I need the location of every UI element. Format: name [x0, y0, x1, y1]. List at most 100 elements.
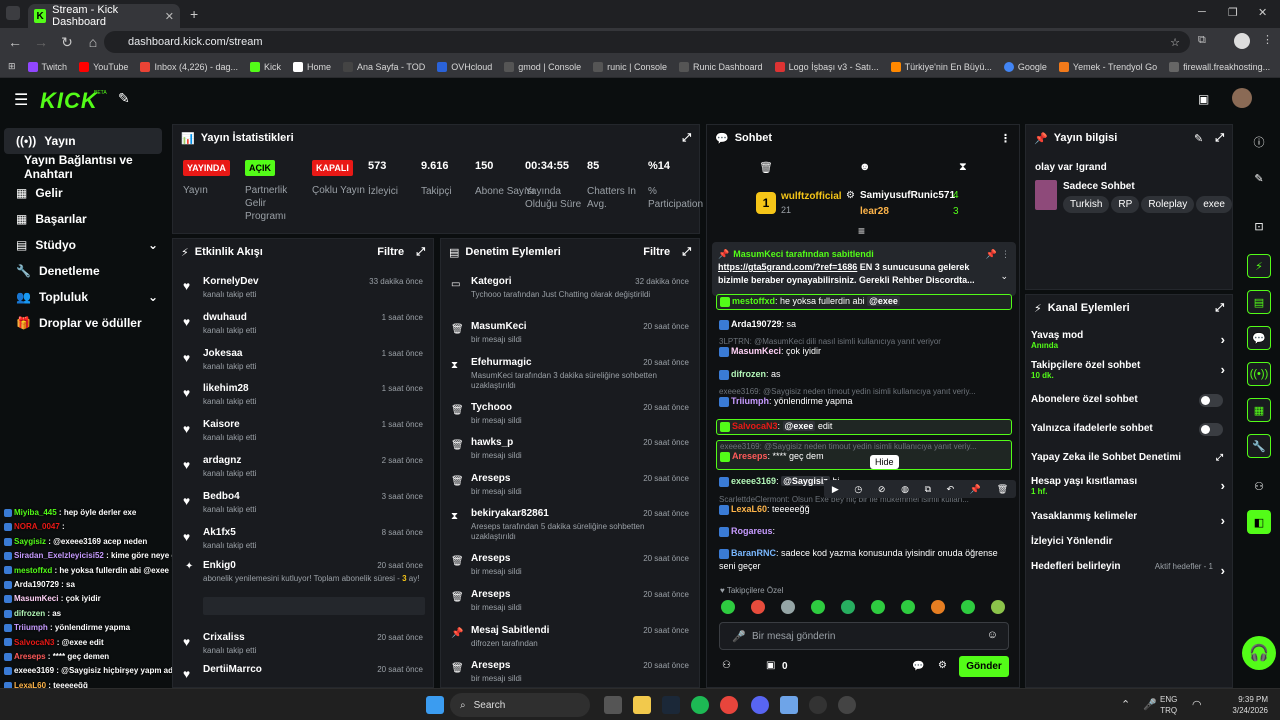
send-button[interactable]: Gönder [959, 656, 1009, 677]
feed-name[interactable]: Jokesaa [203, 348, 242, 359]
feed-name[interactable]: DertiiMarrco [203, 664, 262, 675]
forward-icon[interactable]: → [30, 31, 52, 53]
chevron-down-icon[interactable]: ⌄ [1000, 270, 1008, 283]
extensions-icon[interactable]: ⧉ [1198, 34, 1206, 47]
sidebar-item-droplar[interactable]: 🎁 Droplar ve ödüller [4, 310, 162, 336]
screen-icon[interactable]: ⊡ [1247, 214, 1271, 238]
stream-category[interactable]: Sadece Sohbet [1063, 181, 1135, 192]
channel-action-item[interactable]: Yapay Zeka ile Sohbet Denetimi ⤢ [1031, 452, 1227, 478]
top-gifter-name[interactable]: SamiyusufRunic571 [860, 190, 955, 201]
bookmark-twitch[interactable]: Twitch [27, 61, 67, 72]
microphone-icon[interactable]: 🎤 [732, 630, 746, 643]
bookmark-kick[interactable]: Kick [250, 61, 281, 72]
bookmark-gmod[interactable]: gmod | Console [504, 61, 581, 72]
back-icon[interactable]: ← [4, 31, 26, 53]
moderation-name[interactable]: Areseps [471, 553, 510, 564]
chat-username[interactable]: LexaL60 [731, 504, 767, 514]
chat-message[interactable]: exeee3169: @Saygisiz neden timout yedin … [716, 440, 1012, 470]
apps-grid-icon[interactable]: ⊞ [8, 61, 16, 72]
emote-icon[interactable] [931, 600, 945, 614]
moderation-item[interactable]: ⧗ bekiryakar82861 Areseps tarafından 5 dak… [441, 505, 699, 551]
channel-action-item[interactable]: Yavaş mod Anında › [1031, 330, 1227, 356]
maximize-icon[interactable]: ❐ [1228, 6, 1238, 19]
pin-tool-icon[interactable]: ✎ [118, 90, 130, 107]
moderation-item[interactable]: ⧗ Efehurmagic MasumKeci tarafından 3 dakik… [441, 354, 699, 400]
undo-icon[interactable]: ↶ [947, 484, 955, 495]
popout-icon[interactable]: ⤢ [1215, 302, 1224, 315]
bookmark-yemek[interactable]: Yemek - Trendyol Go [1058, 61, 1157, 72]
pinned-message[interactable]: 📌 MasumKeci tarafından sabitlendi 📌 ⋮ https… [712, 242, 1016, 296]
trash-icon[interactable]: 🗑 [759, 161, 773, 174]
chat-username[interactable]: exeee3169 [731, 476, 776, 486]
chat-icon[interactable]: 💬 [1247, 326, 1271, 350]
chat-mention[interactable]: @exee [782, 421, 816, 431]
bookmark-youtube[interactable]: YouTube [79, 61, 128, 72]
taskbar-search[interactable]: ⌕ Search [450, 693, 590, 717]
bolt-icon[interactable]: ⚡ [1247, 254, 1271, 278]
pin-icon[interactable]: 📌 [986, 248, 997, 261]
moderation-item[interactable]: 🗑 Areseps bir mesajı sildi 20 saat önce [441, 586, 699, 622]
hamburger-menu-icon[interactable]: ☰ [14, 90, 28, 110]
emoji-icon[interactable]: ☺ [987, 629, 998, 641]
sidebar-item-gelir[interactable]: ▦ Gelir [4, 180, 162, 206]
reload-icon[interactable]: ↻ [56, 31, 78, 53]
moderation-name[interactable]: Tychooo [471, 402, 512, 413]
channel-action-item[interactable]: Yalnızca ifadelerle sohbet [1031, 423, 1227, 449]
sidebar-item-studyo[interactable]: ▤ Stüdyo ⌄ [4, 232, 162, 258]
chat-emotes-icon[interactable]: 💬 [912, 661, 924, 672]
toggle-switch[interactable] [1199, 394, 1223, 407]
emote-icon[interactable]: ☻ [859, 161, 871, 173]
feed-name[interactable]: Ak1fx5 [203, 527, 236, 538]
hide-icon[interactable]: ◍ [901, 484, 909, 495]
app-icon[interactable]: ◧ [1247, 510, 1271, 534]
trash-icon[interactable]: 🗑 [997, 484, 1008, 495]
app-g-icon[interactable] [780, 696, 798, 714]
channel-action-item[interactable]: Yasaklanmış kelimeler › [1031, 511, 1227, 537]
microphone-icon[interactable]: 🎤 [1143, 698, 1157, 711]
popout-icon[interactable]: ⤢ [1215, 132, 1224, 145]
steam-icon[interactable] [662, 696, 680, 714]
play-icon[interactable]: ▶ [832, 484, 839, 495]
emote-icon[interactable] [751, 600, 765, 614]
chat-message[interactable]: 3LPTRN: @MasumKeci dili nasıl isimli kul… [716, 336, 1012, 366]
channel-action-item[interactable]: İzleyici Yönlendir [1031, 536, 1227, 562]
ban-icon[interactable]: ⊘ [878, 484, 886, 495]
chat-message[interactable]: ScarlettdeClermont: Olsun Exe bey hiç bi… [716, 494, 1012, 524]
feed-name[interactable]: KornelyDev [203, 276, 259, 287]
sidebar-item-denetleme[interactable]: 🔧 Denetleme [4, 258, 162, 284]
language-indicator[interactable]: ENG TRQ [1160, 694, 1177, 716]
top-gifter-name[interactable]: wulftzofficial [781, 191, 842, 202]
community-icon[interactable]: ⚇ [722, 660, 731, 671]
pin-icon[interactable]: 📌 [970, 484, 981, 495]
channel-action-item[interactable]: Hesap yaşı kısıtlaması 1 hf. › [1031, 476, 1227, 502]
feed-item[interactable]: ♥ Jokesaa kanalı takip etti 1 saat önce [173, 345, 433, 381]
tray-chevron-icon[interactable]: ⌃ [1121, 698, 1130, 711]
chat-message[interactable]: Rogareus: [716, 525, 1012, 541]
feed-item[interactable]: ♥ dwuhaud kanalı takip etti 1 saat önce [173, 309, 433, 345]
top-gifter-name[interactable]: lear28 [860, 206, 889, 217]
moderation-name[interactable]: Efehurmagic [471, 357, 532, 368]
document-icon[interactable]: ▤ [1247, 290, 1271, 314]
bookmark-tod[interactable]: Ana Sayfa - TOD [343, 61, 425, 72]
profile-icon[interactable] [1234, 33, 1250, 49]
feed-name[interactable]: Kaisore [203, 419, 240, 430]
feed-item[interactable]: ♥ Crixaliss kanalı takip etti 20 saat önce [173, 629, 433, 665]
menu-dots-icon[interactable]: ⋮ [1262, 33, 1273, 46]
chat-message[interactable]: BaranRNC: sadece kod yazma konusunda iyi… [716, 546, 1012, 574]
moderation-name[interactable]: Kategori [471, 276, 512, 287]
tag[interactable]: exee [1196, 196, 1232, 213]
bookmark-star-icon[interactable]: ☆ [1170, 36, 1180, 49]
minimize-icon[interactable]: ─ [1198, 6, 1206, 18]
layout-icon[interactable]: ▦ [1247, 398, 1271, 422]
subscription-item[interactable]: ✦ Enkig0 20 saat önce abonelik yenilemesini… [173, 557, 433, 623]
moderation-item[interactable]: 📌 Mesaj Sabitlendi difrozen tarafından 20 s… [441, 622, 699, 658]
emote-icon[interactable] [841, 600, 855, 614]
filter-button[interactable]: Filtre [643, 246, 670, 258]
mode-toggle-icon[interactable]: ▣ [1198, 92, 1209, 106]
moderation-name[interactable]: Areseps [471, 660, 510, 671]
close-window-icon[interactable]: ✕ [1258, 6, 1267, 19]
popout-icon[interactable]: ⤢ [416, 246, 425, 259]
moderation-item[interactable]: 🗑 MasumKeci bir mesajı sildi 20 saat önce [441, 318, 699, 354]
chat-message[interactable]: mestoffxd: he yoksa fullerdin abi @exee [716, 294, 1012, 310]
feed-item[interactable]: ♥ Kaisore kanalı takip etti 1 saat önce [173, 416, 433, 452]
